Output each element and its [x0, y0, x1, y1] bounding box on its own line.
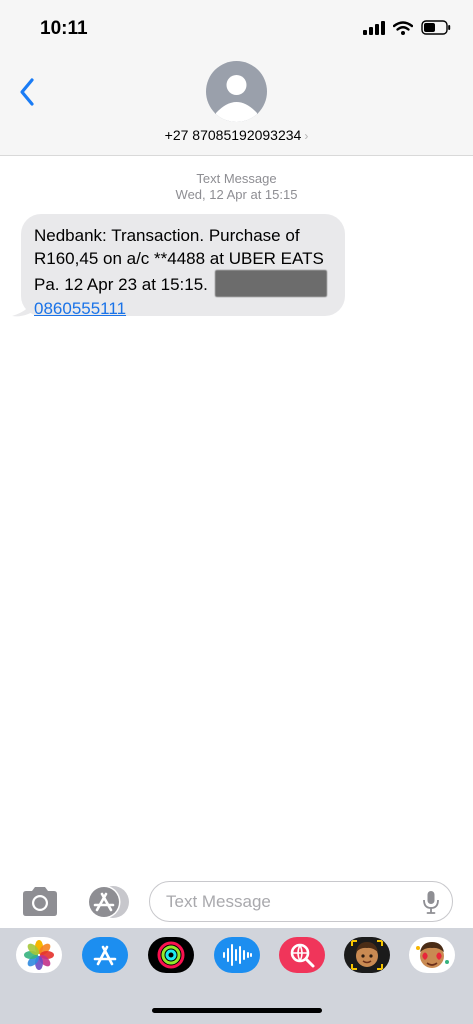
camera-icon [23, 887, 57, 916]
phone-number-link[interactable]: 0860555111 [34, 299, 126, 318]
dictation-button[interactable] [422, 890, 440, 914]
status-time: 10:11 [40, 18, 88, 39]
photos-app-button[interactable] [16, 937, 62, 973]
back-button[interactable] [16, 76, 40, 108]
app-store-app-button[interactable] [82, 937, 128, 973]
photos-icon [24, 940, 54, 970]
apps-button[interactable] [84, 885, 130, 919]
audio-message-app-button[interactable] [214, 937, 260, 973]
status-icons [363, 20, 451, 35]
activity-app-button[interactable] [148, 937, 194, 973]
redacted-text [214, 270, 327, 297]
memoji-stickers-icon [416, 942, 449, 968]
message-input[interactable] [149, 881, 453, 922]
cellular-signal-icon [363, 20, 385, 35]
images-search-app-button[interactable] [279, 937, 325, 973]
microphone-icon [423, 891, 439, 914]
person-icon [216, 75, 257, 122]
message-bubble[interactable]: Nedbank: Transaction. Purchase of R160,4… [21, 214, 345, 318]
memoji-icon [351, 940, 383, 970]
app-store-icon [87, 885, 129, 919]
message-type-label: Text Message [196, 171, 277, 186]
camera-button[interactable] [20, 884, 60, 920]
activity-icon [157, 941, 185, 969]
images-search-icon [290, 943, 315, 968]
contact-name[interactable]: +27 87085192093234 › [0, 127, 473, 143]
home-indicator[interactable] [152, 1008, 322, 1013]
memoji-app-button[interactable] [344, 937, 390, 973]
contact-avatar[interactable] [206, 61, 267, 122]
audio-message-icon [223, 944, 252, 966]
message-line: R160,45 on a/c **4488 at UBER EATS [34, 249, 324, 268]
message-line: Nedbank: Transaction. Purchase of [34, 226, 300, 245]
message-line: Pa. 12 Apr 23 at 15:15. [34, 275, 208, 294]
app-store-icon [93, 945, 117, 966]
wifi-icon [393, 20, 413, 35]
memoji-stickers-app-button[interactable] [409, 937, 455, 973]
status-bar: 10:11 [0, 0, 473, 60]
battery-icon [421, 20, 451, 35]
chevron-left-icon [20, 78, 34, 106]
message-timestamp: Wed, 12 Apr at 15:15 [175, 187, 298, 202]
contact-number: +27 87085192093234 [164, 127, 302, 143]
chevron-right-icon: › [304, 129, 309, 143]
